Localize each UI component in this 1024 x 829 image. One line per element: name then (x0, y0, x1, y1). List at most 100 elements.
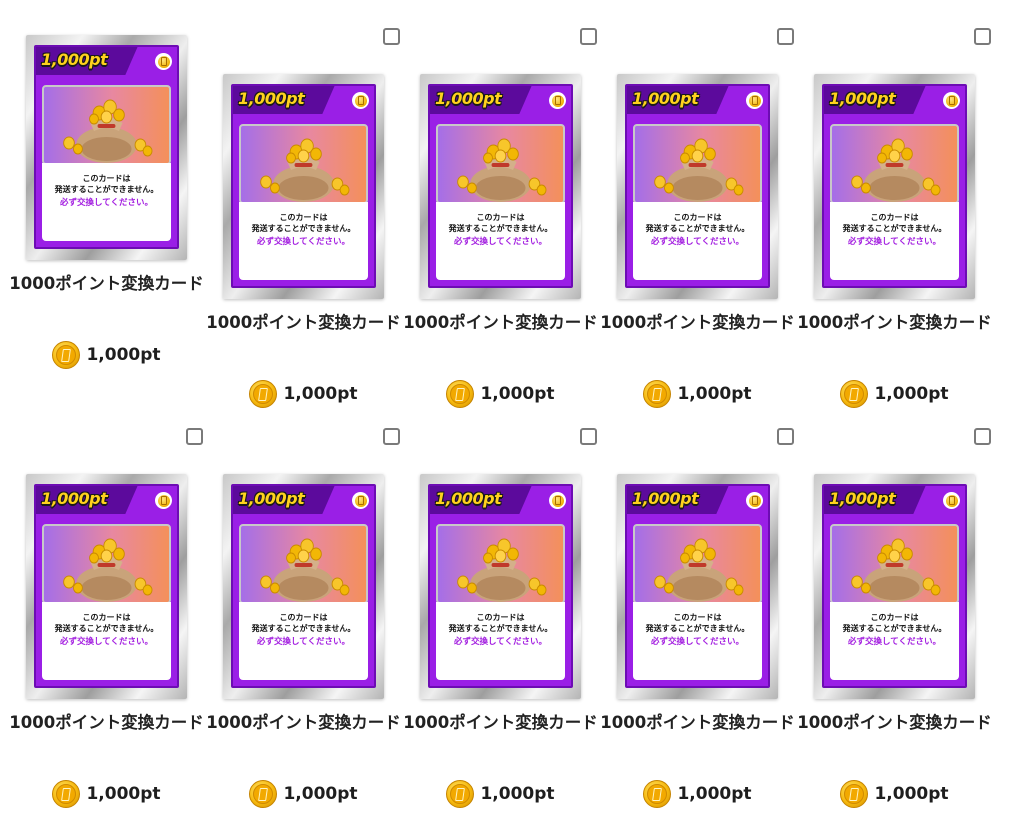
card-face: 1,000pt このカードは 発送することができません。 必ず交換してください。 (231, 84, 376, 288)
coin-bag-image (633, 124, 762, 204)
card-price: 1,000pt (796, 380, 993, 408)
card-name[interactable]: 1000ポイント変換カード (599, 310, 796, 335)
coin-bag-image (239, 524, 368, 604)
price-label: 1,000pt (874, 384, 949, 404)
card-name[interactable]: 1000ポイント変換カード (205, 310, 402, 335)
card-name[interactable]: 1000ポイント変換カード (8, 710, 205, 735)
card-item[interactable]: 1,000pt このカードは 発送することができません。 必ず交換してください。… (205, 28, 402, 428)
card-header: 1,000pt (824, 486, 965, 520)
card-name[interactable]: 1000ポイント変換カード (599, 710, 796, 735)
card-pt-label: 1,000pt (238, 89, 305, 108)
card-image[interactable]: 1,000pt このカードは 発送することができません。 必ず交換してください。 (617, 74, 778, 299)
card-image[interactable]: 1,000pt このカードは 発送することができません。 必ず交換してください。 (223, 74, 384, 299)
coin-badge-icon (746, 492, 763, 509)
card-name[interactable]: 1000ポイント変換カード (402, 310, 599, 335)
card-notice-line1: このカードは (476, 213, 525, 222)
point-coin-icon (52, 341, 81, 369)
card-pt-label: 1,000pt (41, 489, 108, 508)
card-image[interactable]: 1,000pt このカードは 発送することができません。 必ず交換してください。 (617, 474, 778, 699)
card-notice: このカードは 発送することができません。 必ず交換してください。 (633, 202, 762, 280)
card-name[interactable]: 1000ポイント変換カード (8, 271, 205, 296)
select-checkbox[interactable] (383, 428, 400, 445)
select-checkbox[interactable] (580, 428, 597, 445)
card-header: 1,000pt (233, 486, 374, 520)
card-notice-line2: 発送することができません。 (842, 224, 947, 233)
card-image[interactable]: 1,000pt このカードは 発送することができません。 必ず交換してください。 (420, 474, 581, 699)
card-face: 1,000pt このカードは 発送することができません。 必ず交換してください。 (428, 484, 573, 688)
price-label: 1,000pt (677, 384, 752, 404)
card-notice-line3: 必ず交換してください。 (257, 237, 350, 247)
select-checkbox[interactable] (974, 28, 991, 45)
card-notice-line3: 必ず交換してください。 (60, 637, 153, 647)
card-price: 1,000pt (8, 341, 205, 369)
select-checkbox[interactable] (383, 28, 400, 45)
card-price: 1,000pt (599, 780, 796, 808)
card-notice-line2: 発送することができません。 (448, 624, 553, 633)
card-header: 1,000pt (627, 86, 768, 120)
coin-bag-image (633, 524, 762, 604)
card-pt-label: 1,000pt (41, 50, 108, 69)
card-name[interactable]: 1000ポイント変換カード (402, 710, 599, 735)
coin-bag-image (436, 124, 565, 204)
card-item[interactable]: 1,000pt このカードは 発送することができません。 必ず交換してください。… (599, 28, 796, 428)
coin-bag-image (830, 124, 959, 204)
card-header: 1,000pt (36, 486, 177, 520)
card-face: 1,000pt このカードは 発送することができません。 必ず交換してください。 (625, 84, 770, 288)
select-checkbox[interactable] (186, 428, 203, 445)
point-coin-icon (446, 380, 475, 408)
select-checkbox[interactable] (777, 428, 794, 445)
price-label: 1,000pt (86, 345, 161, 365)
card-item[interactable]: 1,000pt このカードは 発送することができません。 必ず交換してください。… (402, 28, 599, 428)
card-item[interactable]: 1,000pt このカードは 発送することができません。 必ず交換してください。… (8, 428, 205, 828)
card-name[interactable]: 1000ポイント変換カード (796, 710, 993, 735)
card-notice-line3: 必ず交換してください。 (651, 237, 744, 247)
card-face: 1,000pt このカードは 発送することができません。 必ず交換してください。 (822, 84, 967, 288)
card-notice-line2: 発送することができません。 (645, 224, 750, 233)
card-notice: このカードは 発送することができません。 必ず交換してください。 (436, 602, 565, 680)
card-face: 1,000pt このカードは 発送することができません。 必ず交換してください。 (625, 484, 770, 688)
card-price: 1,000pt (205, 780, 402, 808)
card-name[interactable]: 1000ポイント変換カード (205, 710, 402, 735)
card-image[interactable]: 1,000pt このカードは 発送することができません。 必ず交換してください。 (223, 474, 384, 699)
card-pt-label: 1,000pt (632, 489, 699, 508)
card-notice: このカードは 発送することができません。 必ず交換してください。 (436, 202, 565, 280)
card-notice-line1: このカードは (870, 213, 919, 222)
card-price: 1,000pt (599, 380, 796, 408)
coin-badge-icon (943, 92, 960, 109)
card-notice-line2: 発送することができません。 (251, 224, 356, 233)
card-notice-line2: 発送することができません。 (842, 624, 947, 633)
card-notice: このカードは 発送することができません。 必ず交換してください。 (239, 602, 368, 680)
card-face: 1,000pt このカードは 発送することができません。 必ず交換してください。 (231, 484, 376, 688)
point-coin-icon (840, 780, 869, 808)
card-notice-line1: このカードは (279, 613, 328, 622)
card-item[interactable]: 1,000pt このカードは 発送することができません。 必ず交換してください。… (796, 428, 993, 828)
card-item[interactable]: 1,000pt このカードは 発送することができません。 必ず交換してください。… (402, 428, 599, 828)
card-notice-line3: 必ず交換してください。 (848, 637, 941, 647)
card-item[interactable]: 1,000pt このカードは 発送することができません。 必ず交換してください。… (205, 428, 402, 828)
card-notice-line3: 必ず交換してください。 (454, 237, 547, 247)
card-image[interactable]: 1,000pt このカードは 発送することができません。 必ず交換してください。 (26, 474, 187, 699)
card-header: 1,000pt (233, 86, 374, 120)
select-checkbox[interactable] (974, 428, 991, 445)
card-notice-line1: このカードは (82, 613, 131, 622)
card-face: 1,000pt このカードは 発送することができません。 必ず交換してください。 (34, 45, 179, 249)
card-price: 1,000pt (8, 780, 205, 808)
card-item[interactable]: 1,000pt このカードは 発送することができません。 必ず交換してください。… (8, 28, 205, 428)
card-item[interactable]: 1,000pt このカードは 発送することができません。 必ず交換してください。… (599, 428, 796, 828)
coin-badge-icon (746, 92, 763, 109)
select-checkbox[interactable] (777, 28, 794, 45)
coin-bag-image (42, 85, 171, 165)
card-image[interactable]: 1,000pt このカードは 発送することができません。 必ず交換してください。 (26, 35, 187, 260)
coin-badge-icon (943, 492, 960, 509)
select-checkbox[interactable] (580, 28, 597, 45)
card-pt-label: 1,000pt (435, 89, 502, 108)
card-image[interactable]: 1,000pt このカードは 発送することができません。 必ず交換してください。 (814, 474, 975, 699)
card-image[interactable]: 1,000pt このカードは 発送することができません。 必ず交換してください。 (814, 74, 975, 299)
card-item[interactable]: 1,000pt このカードは 発送することができません。 必ず交換してください。… (796, 28, 993, 428)
card-notice: このカードは 発送することができません。 必ず交換してください。 (830, 602, 959, 680)
card-notice-line1: このカードは (279, 213, 328, 222)
card-image[interactable]: 1,000pt このカードは 発送することができません。 必ず交換してください。 (420, 74, 581, 299)
card-name[interactable]: 1000ポイント変換カード (796, 310, 993, 335)
point-coin-icon (52, 780, 81, 808)
card-face: 1,000pt このカードは 発送することができません。 必ず交換してください。 (34, 484, 179, 688)
